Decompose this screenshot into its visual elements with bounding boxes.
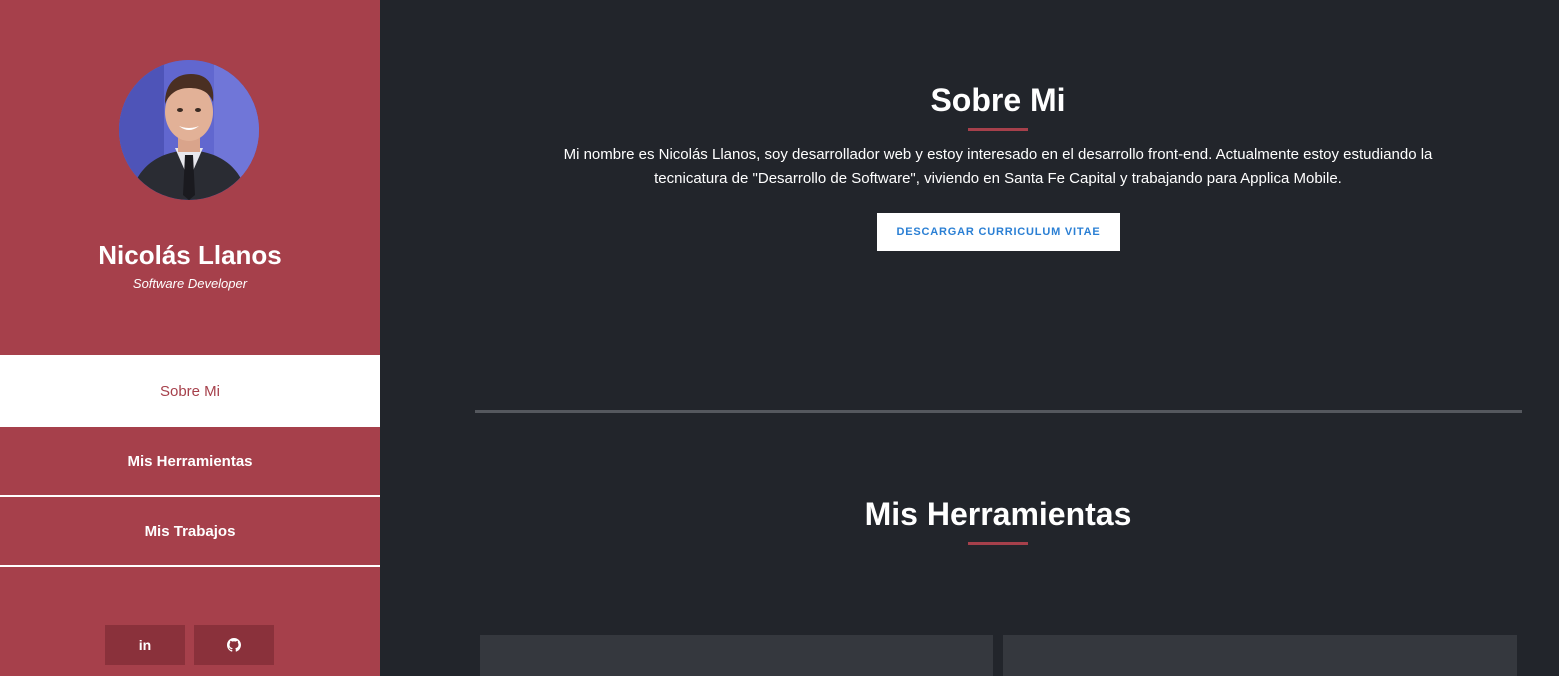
portfolio-page: Nicolás Llanos Software Developer Sobre … [0,0,1559,676]
profile-name: Nicolás Llanos [98,240,282,270]
sidebar-item-label: Mis Herramientas [127,452,253,470]
section-title-mis-herramientas: Mis Herramientas [864,496,1132,532]
profile-role: Software Developer [132,276,248,291]
title-underline [968,128,1028,131]
sidebar-item-label: Mis Trabajos [144,522,236,540]
main-content: Sobre Mi Mi nombre es Nicolás Llanos, so… [380,0,1559,676]
download-cv-button[interactable]: DESCARGAR CURRICULUM VITAE [877,213,1120,251]
about-text: Mi nombre es Nicolás Llanos, soy desarro… [563,146,1433,187]
profile-photo-icon [119,60,259,200]
tool-card [1003,635,1517,676]
tool-card [480,635,993,676]
linkedin-icon: in [138,637,152,653]
section-title-sobre-mi: Sobre Mi [930,82,1066,118]
sidebar: Nicolás Llanos Software Developer Sobre … [0,0,380,676]
sidebar-nav: Sobre Mi Mis Herramientas Mis Trabajos [0,355,380,567]
github-button[interactable] [194,625,274,665]
section-divider [475,410,1522,413]
avatar [119,60,259,200]
sidebar-item-mis-herramientas[interactable]: Mis Herramientas [0,427,380,497]
sidebar-item-label: Sobre Mi [159,382,221,400]
sidebar-item-mis-trabajos[interactable]: Mis Trabajos [0,497,380,567]
linkedin-button[interactable]: in [105,625,185,665]
github-icon [227,638,241,652]
sidebar-item-sobre-mi[interactable]: Sobre Mi [0,355,380,427]
title-underline [968,542,1028,545]
social-links: in [105,625,274,665]
